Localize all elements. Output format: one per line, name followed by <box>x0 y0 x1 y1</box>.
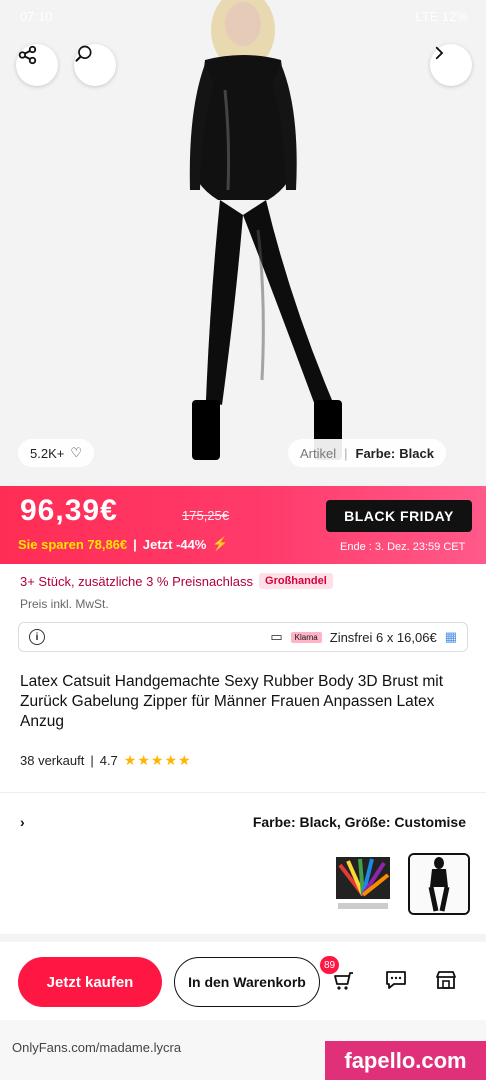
buy-now-button[interactable]: Jetzt kaufen <box>18 957 162 1007</box>
chevron-right-icon <box>435 46 444 60</box>
product-image[interactable]: 07:10 LTE 12% 5.2K+ ♡ Artikel | Farbe: B… <box>0 0 486 486</box>
wholesale-text: 3+ Stück, zusätzliche 3 % Preisnachlass <box>20 573 254 589</box>
deal-ends: Ende : 3. Dez. 23:59 CET <box>340 541 466 553</box>
discount-text: Jetzt -44% <box>142 536 207 552</box>
bottom-action-bar: Jetzt kaufen In den Warenkorb 89 <box>0 942 486 1020</box>
product-photo <box>0 0 486 486</box>
watermark: fapello.com <box>325 1041 486 1080</box>
thumb-colors-image <box>332 853 394 915</box>
color-label: Farbe: <box>355 445 396 461</box>
status-bar: 07:10 LTE 12% <box>0 0 486 34</box>
rating-divider: | <box>90 752 94 768</box>
color-value: Black <box>399 445 434 461</box>
cart-count-badge: 89 <box>320 956 340 974</box>
black-friday-banner: 96,39€ 175,25€ Sie sparen 78,86€ | Jetzt… <box>0 486 486 564</box>
old-price: 175,25€ <box>182 508 229 523</box>
variant-selector[interactable]: › Farbe: Black, Größe: Customise <box>0 812 486 832</box>
rating-row[interactable]: 38 verkauft | 4.7 ★★★★★ <box>0 750 486 770</box>
color-chip[interactable]: Artikel | Farbe: Black <box>288 439 446 467</box>
chat-button[interactable] <box>382 966 410 994</box>
deal-line: Sie sparen 78,86€ | Jetzt -44% ⚡ <box>18 536 229 552</box>
share-button[interactable] <box>16 44 58 86</box>
installment-icon: ▦ <box>444 629 457 644</box>
likes-chip[interactable]: 5.2K+ ♡ <box>18 439 94 467</box>
product-title: Latex Catsuit Handgemachte Sexy Rubber B… <box>20 673 444 730</box>
add-to-cart-button[interactable]: In den Warenkorb <box>174 957 320 1007</box>
installment-box[interactable]: i ▭ Klarna Zinsfrei 6 x 16,06€ ▦ <box>18 622 468 652</box>
current-price: 96,39€ <box>20 494 118 527</box>
heart-icon: ♡ <box>70 445 82 460</box>
search-button[interactable] <box>74 44 116 86</box>
tax-note: Preis inkl. MwSt. <box>20 597 109 611</box>
wholesale-badge: Großhandel <box>259 573 333 589</box>
savings-text: Sie sparen 78,86€ <box>18 536 128 552</box>
flame-icon: ⚡ <box>212 536 229 551</box>
variant-label: Farbe: Black, Größe: Customise <box>252 814 466 830</box>
section-separator <box>0 934 486 942</box>
article-label: Artikel <box>300 445 337 461</box>
chat-icon <box>386 971 406 989</box>
black-friday-logo: BLACK FRIDAY <box>326 500 472 532</box>
installment-text: Zinsfrei 6 x 16,06€ <box>329 629 437 645</box>
store-button[interactable] <box>432 966 460 994</box>
search-icon <box>75 45 92 62</box>
chip-divider: | <box>344 445 348 461</box>
status-time: 07:10 <box>20 9 53 24</box>
rating-value: 4.7 <box>99 752 118 768</box>
sold-count: 38 verkauft <box>20 752 85 768</box>
url-text: OnlyFans.com/madame.lycra <box>12 1040 182 1055</box>
variant-thumb-black[interactable] <box>408 853 470 915</box>
deal-divider: | <box>133 536 137 552</box>
likes-count: 5.2K+ <box>30 445 65 461</box>
back-button[interactable] <box>430 44 472 86</box>
card-icon: ▭ <box>270 629 283 644</box>
section-divider <box>0 792 486 793</box>
wholesale-row[interactable]: 3+ Stück, zusätzliche 3 % Preisnachlass … <box>0 570 486 592</box>
variant-thumb-custom[interactable] <box>332 853 394 915</box>
star-rating-icon: ★★★★★ <box>123 751 192 768</box>
info-icon[interactable]: i <box>29 629 45 645</box>
thumb-black-image <box>410 855 468 913</box>
store-icon <box>436 971 456 989</box>
status-signal: LTE 12% <box>415 9 468 24</box>
chevron-right-icon: › <box>20 814 25 830</box>
share-nodes-icon <box>18 45 37 65</box>
klarna-logo: Klarna <box>290 631 322 643</box>
